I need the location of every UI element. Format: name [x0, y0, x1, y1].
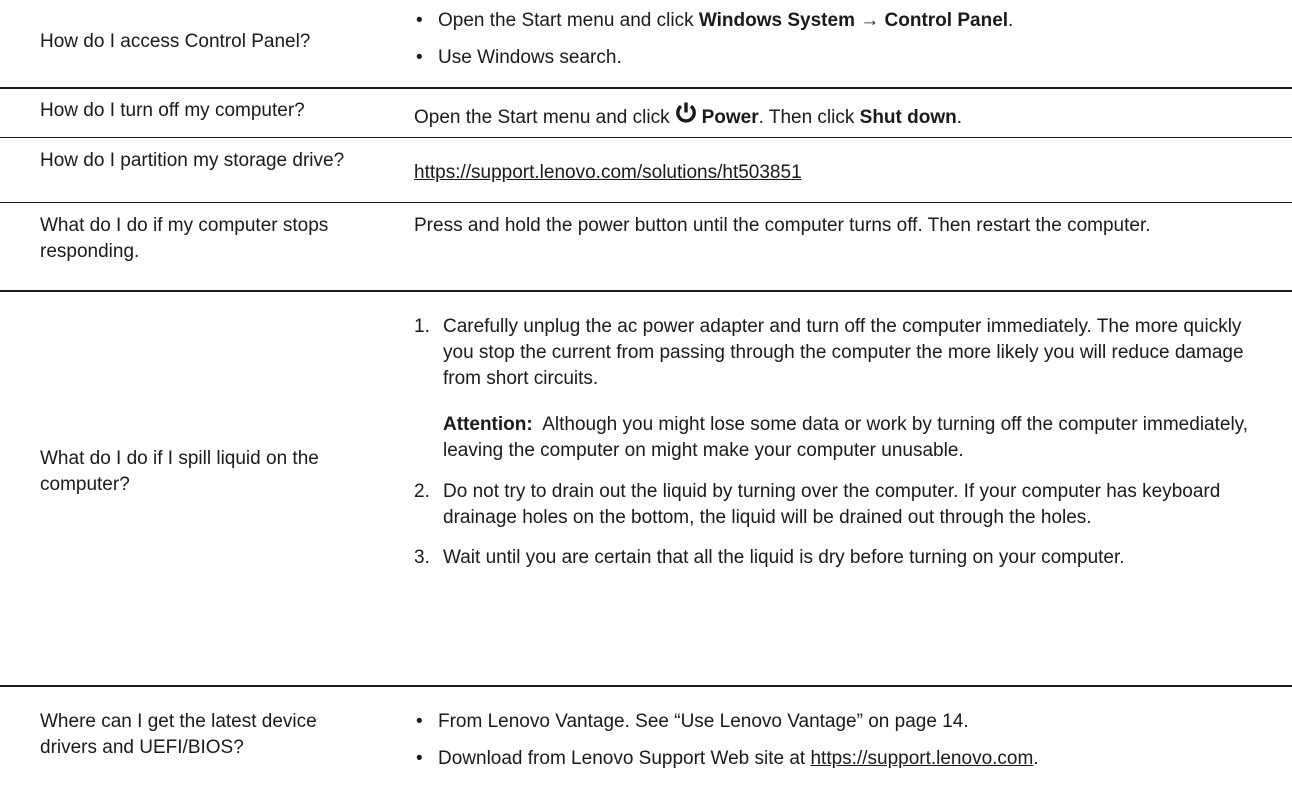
row-divider [0, 202, 1292, 203]
bullet-text-suffix: . [1008, 10, 1014, 31]
answer-cell: 1. Carefully unplug the ac power adapter… [414, 314, 1274, 571]
question-text: What do I do if my computer stops respon… [40, 215, 329, 262]
arrow-icon: → [860, 10, 880, 31]
answer-cell: Press and hold the power button until th… [414, 213, 1274, 239]
menu-path-windows-system: Windows System [698, 10, 855, 31]
bullet-icon: • [416, 711, 423, 732]
support-link[interactable]: https://support.lenovo.com/solutions/ht5… [414, 162, 802, 183]
list-item: 2. Do not try to drain out the liquid by… [414, 479, 1274, 531]
question-text: How do I partition my storage drive? [40, 150, 345, 171]
bullet-icon: • [416, 10, 423, 31]
menu-path-control-panel: Control Panel [884, 10, 1009, 31]
bullet-icon: • [416, 748, 423, 769]
row-divider [0, 290, 1292, 292]
step-number: 2. [414, 481, 430, 502]
row-divider [0, 137, 1292, 138]
list-item: • Open the Start menu and click Windows … [414, 8, 1274, 34]
answer-cell: • Open the Start menu and click Windows … [414, 8, 1274, 71]
bullet-list: • Open the Start menu and click Windows … [414, 8, 1274, 71]
question-text: Where can I get the latest device driver… [40, 711, 317, 758]
shut-down-label: Shut down [859, 107, 957, 128]
list-item: 3. Wait until you are certain that all t… [414, 545, 1274, 571]
attention-label: Attention: [443, 414, 533, 435]
row-divider [0, 87, 1292, 89]
list-item: 1. Carefully unplug the ac power adapter… [414, 314, 1274, 464]
list-item: • From Lenovo Vantage. See “Use Lenovo V… [414, 709, 1274, 735]
lenovo-support-link[interactable]: https://support.lenovo.com [810, 748, 1033, 769]
question-cell: How do I partition my storage drive? [40, 148, 370, 174]
question-text: How do I access Control Panel? [40, 31, 311, 52]
answer-text-prefix: Open the Start menu and click [414, 107, 670, 128]
answer-cell: https://support.lenovo.com/solutions/ht5… [414, 160, 1274, 186]
question-cell: How do I access Control Panel? [40, 29, 370, 55]
answer-text-suffix: . [956, 107, 963, 128]
question-text: What do I do if I spill liquid on the co… [40, 448, 319, 495]
power-label: Power [701, 107, 759, 128]
step-text: Carefully unplug the ac power adapter an… [443, 316, 1244, 389]
step-number: 3. [414, 547, 430, 568]
bullet-text-prefix: Download from Lenovo Support Web site at [438, 748, 811, 769]
answer-text: Press and hold the power button until th… [414, 215, 1151, 236]
power-icon [674, 101, 698, 133]
bullet-text: Use Windows search. [438, 47, 622, 68]
question-cell: What do I do if my computer stops respon… [40, 213, 370, 265]
bullet-text: From Lenovo Vantage. See “Use Lenovo Van… [438, 711, 969, 732]
question-cell: What do I do if I spill liquid on the co… [40, 446, 370, 498]
step-number: 1. [414, 316, 430, 337]
list-item: • Download from Lenovo Support Web site … [414, 746, 1274, 772]
answer-cell: • From Lenovo Vantage. See “Use Lenovo V… [414, 709, 1274, 772]
step-text: Do not try to drain out the liquid by tu… [443, 481, 1221, 528]
bullet-list: • From Lenovo Vantage. See “Use Lenovo V… [414, 709, 1274, 772]
list-item: • Use Windows search. [414, 45, 1274, 71]
bullet-text-prefix: Open the Start menu and click [438, 10, 699, 31]
steps-list: 1. Carefully unplug the ac power adapter… [414, 314, 1274, 571]
answer-text-middle: . Then click [758, 107, 860, 128]
question-cell: How do I turn off my computer? [40, 98, 370, 124]
attention-note: Attention: Although you might lose some … [443, 412, 1274, 464]
step-text: Wait until you are certain that all the … [443, 547, 1125, 568]
attention-text: Although you might lose some data or wor… [443, 414, 1249, 461]
bullet-icon: • [416, 47, 423, 68]
answer-cell: Open the Start menu and click Power. Then… [414, 101, 1274, 133]
question-text: How do I turn off my computer? [40, 100, 305, 121]
bullet-text-suffix: . [1033, 748, 1039, 769]
row-divider [0, 685, 1292, 687]
question-cell: Where can I get the latest device driver… [40, 709, 370, 761]
